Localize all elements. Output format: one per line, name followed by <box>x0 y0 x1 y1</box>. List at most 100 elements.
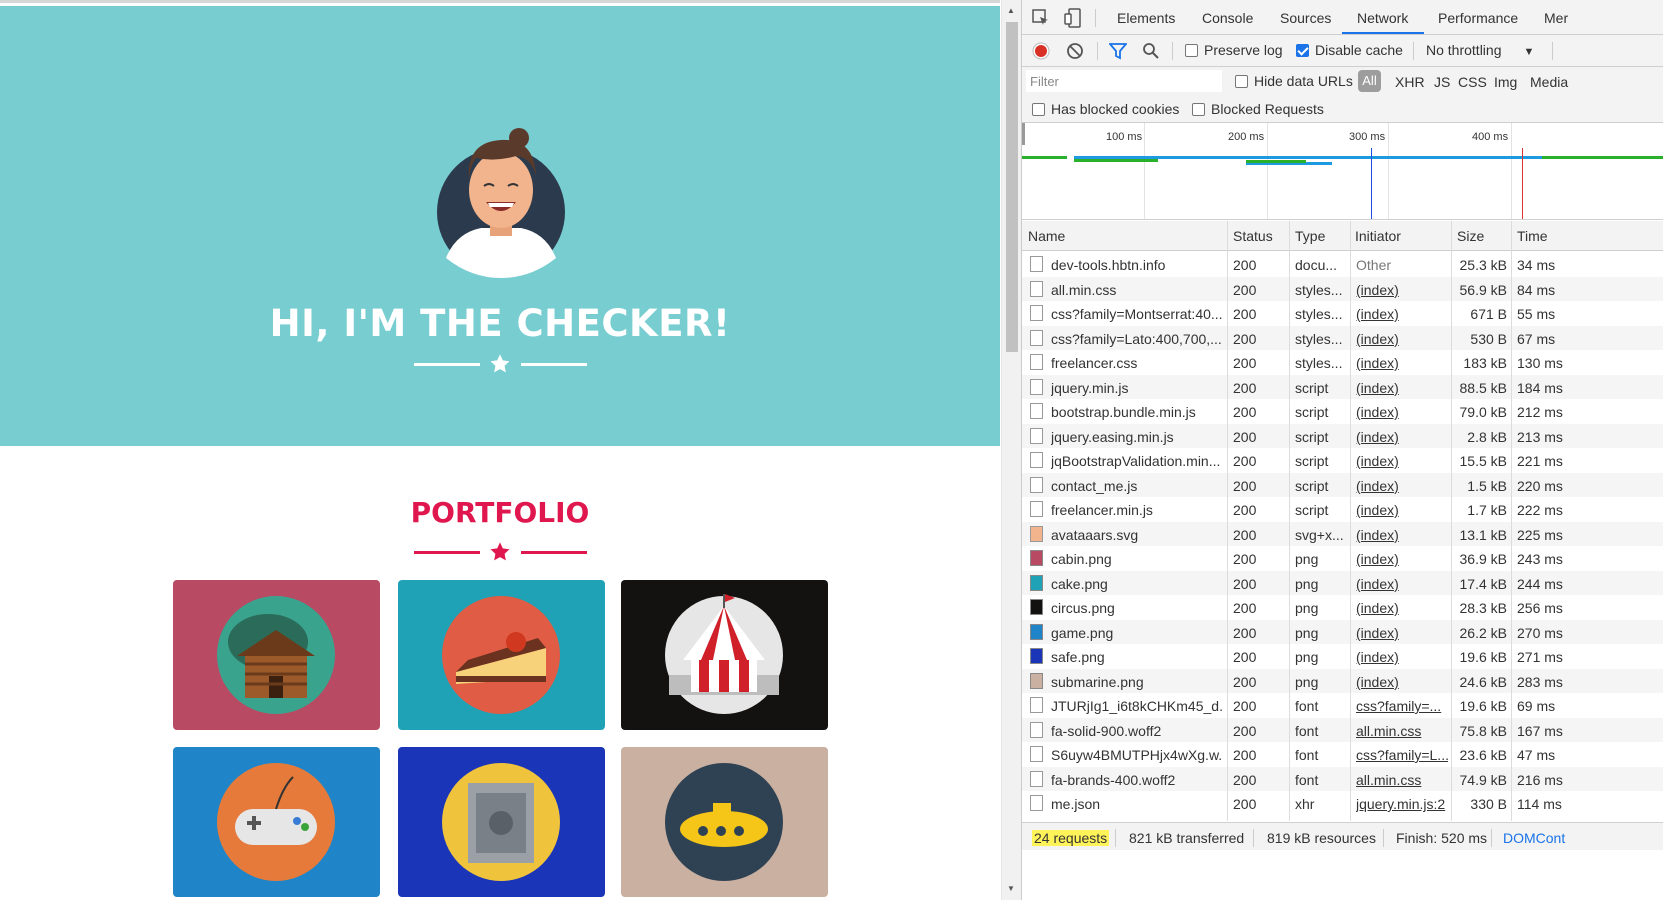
clear-icon[interactable] <box>1066 42 1084 60</box>
blocked-requests-checkbox[interactable]: Blocked Requests <box>1192 101 1324 117</box>
column-header-size[interactable]: Size <box>1457 228 1484 244</box>
table-row[interactable]: freelancer.css 200 styles... (index) 183 kB 1… <box>1022 350 1663 375</box>
network-overview-timeline[interactable]: 100 ms 200 ms 300 ms 400 ms <box>1022 123 1663 220</box>
cell-initiator[interactable]: (index) <box>1356 306 1448 322</box>
portfolio-item-submarine[interactable] <box>621 747 828 897</box>
table-row[interactable]: jquery.easing.min.js 200 script (index) 2.8 … <box>1022 423 1663 448</box>
cell-size: 74.9 kB <box>1459 771 1507 788</box>
column-header-time[interactable]: Time <box>1517 228 1548 244</box>
tab-network[interactable]: Network <box>1357 10 1408 26</box>
filter-type-all[interactable]: All <box>1358 70 1381 92</box>
tab-memory[interactable]: Mer <box>1544 10 1568 26</box>
cell-initiator[interactable]: (index) <box>1356 478 1448 494</box>
cell-initiator[interactable]: (index) <box>1356 551 1448 567</box>
scroll-down-icon[interactable]: ▼ <box>1007 884 1015 893</box>
column-header-status[interactable]: Status <box>1233 228 1273 244</box>
scroll-up-icon[interactable]: ▲ <box>1007 6 1015 15</box>
cell-initiator[interactable]: all.min.css <box>1356 723 1448 739</box>
tab-elements[interactable]: Elements <box>1117 10 1175 26</box>
table-row[interactable]: jquery.min.js 200 script (index) 88.5 kB 184 … <box>1022 374 1663 399</box>
cell-initiator[interactable]: (index) <box>1356 380 1448 396</box>
cell-initiator[interactable]: (index) <box>1356 404 1448 420</box>
hide-data-urls-checkbox[interactable]: Hide data URLs <box>1235 73 1353 89</box>
filter-icon[interactable] <box>1109 42 1127 60</box>
scrollbar-thumb[interactable] <box>1006 22 1018 352</box>
table-row[interactable]: cabin.png 200 png (index) 36.9 kB 243 ms <box>1022 546 1663 571</box>
table-row[interactable]: submarine.png 200 png (index) 24.6 kB 283 ms <box>1022 668 1663 693</box>
cell-status: 200 <box>1233 722 1257 739</box>
timeline-range-handle[interactable] <box>1022 123 1025 145</box>
disable-cache-checkbox[interactable]: Disable cache <box>1296 42 1403 58</box>
has-blocked-cookies-checkbox[interactable]: Has blocked cookies <box>1032 101 1179 117</box>
table-row[interactable]: contact_me.js 200 script (index) 1.5 kB 220 m… <box>1022 472 1663 497</box>
table-row[interactable]: avataaars.svg 200 svg+x... (index) 13.1 kB 22… <box>1022 521 1663 546</box>
portfolio-item-game[interactable] <box>173 747 380 897</box>
cell-initiator[interactable]: (index) <box>1356 331 1448 347</box>
table-row[interactable]: css?family=Montserrat:40... 200 styles... (… <box>1022 301 1663 326</box>
cell-initiator[interactable]: (index) <box>1356 576 1448 592</box>
search-icon[interactable] <box>1142 42 1160 60</box>
cell-initiator[interactable]: (index) <box>1356 674 1448 690</box>
table-row[interactable]: JTURjIg1_i6t8kCHKm45_d... 200 font css?fami… <box>1022 693 1663 718</box>
table-row[interactable]: css?family=Lato:400,700,... 200 styles... (… <box>1022 325 1663 350</box>
filter-type-css[interactable]: CSS <box>1458 74 1487 90</box>
table-row[interactable]: fa-solid-900.woff2 200 font all.min.css 75.8… <box>1022 717 1663 742</box>
cell-initiator[interactable]: (index) <box>1356 600 1448 616</box>
cell-initiator[interactable]: (index) <box>1356 625 1448 641</box>
table-row[interactable]: game.png 200 png (index) 26.2 kB 270 ms <box>1022 619 1663 644</box>
cell-time: 222 ms <box>1517 502 1563 518</box>
filter-type-js[interactable]: JS <box>1434 74 1450 90</box>
cell-status: 200 <box>1233 526 1257 543</box>
table-row[interactable]: safe.png 200 png (index) 19.6 kB 271 ms <box>1022 644 1663 669</box>
table-row[interactable]: dev-tools.hbtn.info 200 docu... Other 25.3 k… <box>1022 252 1663 277</box>
cell-initiator[interactable]: all.min.css <box>1356 772 1448 788</box>
tab-performance[interactable]: Performance <box>1438 10 1518 26</box>
column-header-type[interactable]: Type <box>1295 228 1325 244</box>
device-toolbar-icon[interactable] <box>1064 8 1082 28</box>
tab-sources[interactable]: Sources <box>1280 10 1331 26</box>
document-file-icon <box>1030 354 1043 370</box>
table-row[interactable]: me.json 200 xhr jquery.min.js:2 330 B 114 ms <box>1022 791 1663 816</box>
page-scrollbar[interactable]: ▲ ▼ <box>1001 0 1021 900</box>
image-file-icon <box>1030 574 1043 591</box>
table-row[interactable]: all.min.css 200 styles... (index) 56.9 kB 84 … <box>1022 276 1663 301</box>
table-row[interactable]: freelancer.min.js 200 script (index) 1.7 kB 2… <box>1022 497 1663 522</box>
column-header-name[interactable]: Name <box>1028 228 1065 244</box>
cell-time: 84 ms <box>1517 281 1556 298</box>
cell-initiator[interactable]: (index) <box>1356 527 1448 543</box>
table-row[interactable]: bootstrap.bundle.min.js 200 script (index) 7… <box>1022 399 1663 424</box>
table-row[interactable]: circus.png 200 png (index) 28.3 kB 256 ms <box>1022 595 1663 620</box>
filter-input[interactable] <box>1026 70 1222 92</box>
preserve-log-label: Preserve log <box>1204 42 1283 58</box>
filter-type-xhr[interactable]: XHR <box>1395 74 1425 90</box>
cell-initiator[interactable]: (index) <box>1356 453 1448 469</box>
document-file-icon <box>1030 795 1043 811</box>
table-row[interactable]: fa-brands-400.woff2 200 font all.min.css 74.… <box>1022 766 1663 791</box>
table-row[interactable]: cake.png 200 png (index) 17.4 kB 244 ms <box>1022 570 1663 595</box>
portfolio-item-safe[interactable] <box>398 747 605 897</box>
cell-name: jqBootstrapValidation.min... <box>1051 453 1221 469</box>
cell-initiator[interactable]: (index) <box>1356 282 1448 298</box>
cell-initiator[interactable]: (index) <box>1356 355 1448 371</box>
cell-time: 34 ms <box>1517 257 1556 273</box>
record-icon[interactable] <box>1032 42 1050 60</box>
portfolio-item-circus[interactable] <box>621 580 828 730</box>
table-row[interactable]: S6uyw4BMUTPHjx4wXg.w... 200 font css?family… <box>1022 742 1663 767</box>
preserve-log-checkbox[interactable]: Preserve log <box>1185 42 1283 58</box>
cell-status: 200 <box>1233 600 1257 616</box>
cell-initiator[interactable]: css?family=L... <box>1356 747 1448 763</box>
cell-initiator[interactable]: jquery.min.js:2 <box>1356 796 1448 812</box>
tab-console[interactable]: Console <box>1202 10 1253 26</box>
column-header-initiator[interactable]: Initiator <box>1355 228 1401 244</box>
portfolio-item-cabin[interactable] <box>173 580 380 730</box>
inspect-element-icon[interactable] <box>1032 9 1050 27</box>
table-row[interactable]: jqBootstrapValidation.min... 200 script (in… <box>1022 448 1663 473</box>
cell-initiator[interactable]: (index) <box>1356 429 1448 445</box>
filter-type-media[interactable]: Media <box>1530 74 1568 90</box>
throttling-select[interactable]: No throttling ▼ <box>1426 42 1534 58</box>
cell-initiator[interactable]: (index) <box>1356 649 1448 665</box>
portfolio-item-cake[interactable] <box>398 580 605 730</box>
cell-initiator[interactable]: css?family=... <box>1356 698 1448 714</box>
filter-type-img[interactable]: Img <box>1494 74 1517 90</box>
cell-initiator[interactable]: (index) <box>1356 502 1448 518</box>
